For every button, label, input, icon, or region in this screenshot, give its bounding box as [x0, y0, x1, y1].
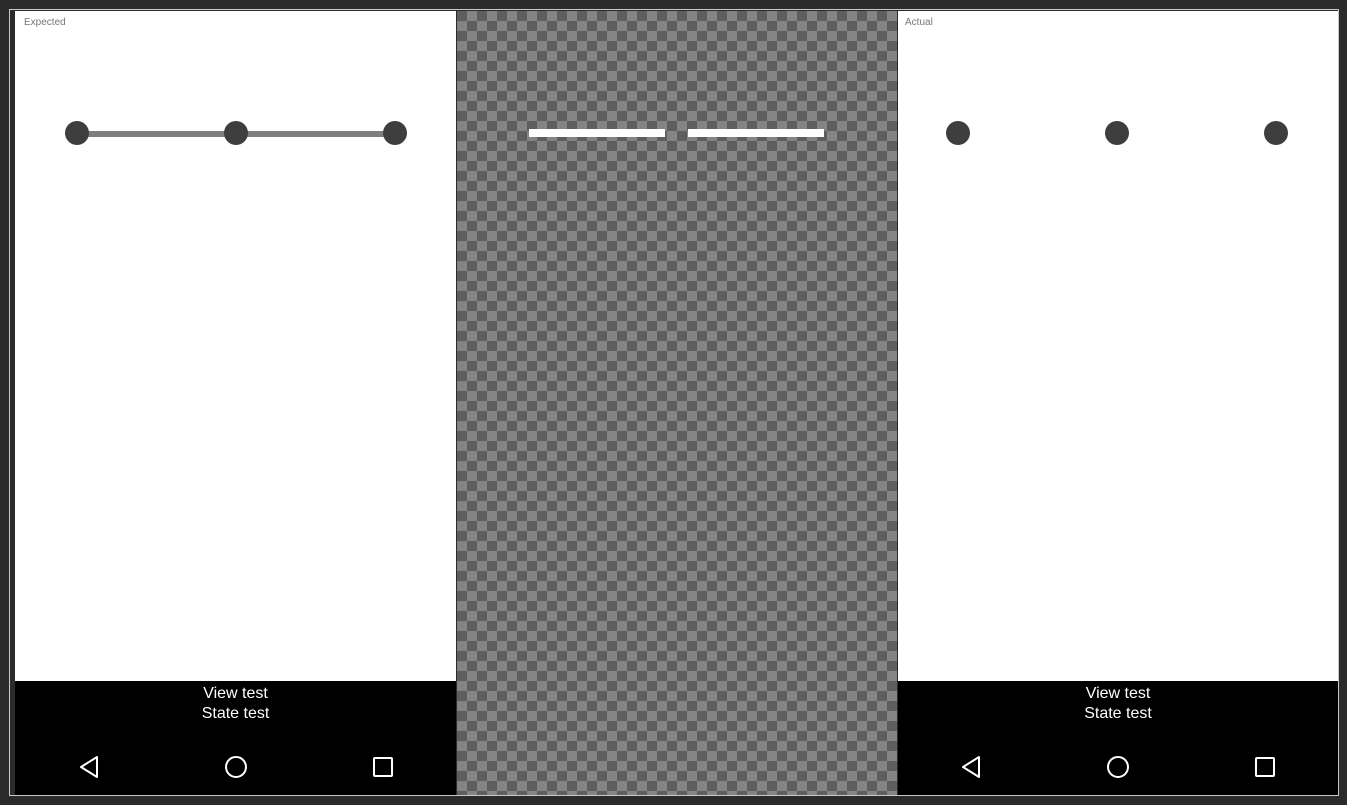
expected-stage	[15, 11, 456, 680]
actual-slider-view	[946, 121, 1288, 145]
home-icon[interactable]	[222, 753, 250, 781]
recents-icon[interactable]	[1251, 753, 1279, 781]
actual-stage	[898, 11, 1338, 680]
state-test-label: State test	[1084, 705, 1152, 722]
home-icon[interactable]	[1104, 753, 1132, 781]
slider-dot-1	[946, 121, 970, 145]
diff-mark-1	[529, 129, 665, 137]
view-test-label: View test	[203, 685, 268, 702]
system-bar-actual: View test State test	[898, 681, 1338, 795]
view-test-label: View test	[1085, 685, 1151, 702]
back-icon[interactable]	[957, 753, 985, 781]
slider-dot-2	[1105, 121, 1129, 145]
slider-dot-2	[224, 121, 248, 145]
connector-line-2	[236, 131, 395, 137]
actual-panel: Actual View test State test	[898, 11, 1338, 795]
slider-dot-3	[383, 121, 407, 145]
diff-mark-2	[688, 129, 824, 137]
system-bar-expected: View test State test	[15, 681, 456, 795]
connector-line-1	[77, 131, 236, 137]
recents-icon[interactable]	[369, 753, 397, 781]
state-test-label: State test	[201, 705, 270, 722]
slider-dot-1	[65, 121, 89, 145]
diff-panel	[457, 11, 897, 795]
slider-dot-3	[1264, 121, 1288, 145]
diff-overlay	[529, 129, 824, 137]
expected-panel: Expected View test State test	[15, 11, 456, 795]
back-icon[interactable]	[75, 753, 103, 781]
expected-slider-view	[65, 121, 407, 145]
